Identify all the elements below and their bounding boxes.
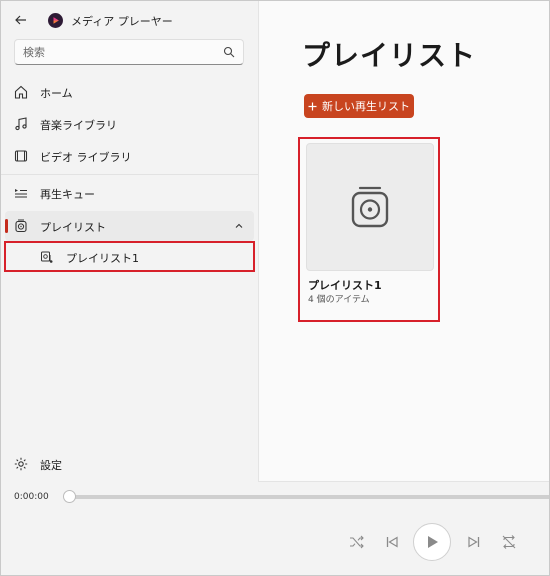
media-player-window: メディア プレーヤー ホーム 音楽ライブラリ ビデオ ライブラリ 再生キュー プ… [0, 0, 550, 576]
back-icon [15, 15, 26, 25]
seek-thumb[interactable] [63, 490, 76, 503]
repeat-icon [502, 535, 516, 549]
repeat-button[interactable] [500, 533, 518, 551]
new-playlist-button[interactable]: 新しい再生リスト [304, 94, 414, 118]
shuffle-icon [350, 535, 364, 549]
sidebar-item-label: プレイリスト [40, 221, 106, 234]
playlist-icon [15, 219, 27, 233]
queue-icon [15, 189, 27, 198]
music-note-icon [15, 117, 27, 131]
plus-icon [308, 102, 317, 110]
play-button[interactable] [413, 523, 451, 561]
app-logo-icon [48, 13, 63, 28]
home-icon [14, 85, 28, 99]
back-button[interactable] [11, 11, 31, 29]
sidebar-item-label: 再生キュー [40, 188, 95, 201]
sidebar-item-label: 音楽ライブラリ [40, 119, 117, 132]
film-icon [14, 150, 28, 162]
next-icon [468, 536, 480, 548]
shuffle-button[interactable] [348, 534, 366, 550]
previous-button[interactable] [383, 534, 401, 550]
selection-indicator [5, 219, 8, 233]
app-title: メディア プレーヤー [71, 15, 173, 28]
search-icon[interactable] [223, 46, 235, 58]
chevron-up-icon[interactable] [234, 221, 244, 231]
sidebar-item-home[interactable]: ホーム [5, 77, 254, 107]
gear-icon [14, 457, 28, 471]
title-bar: メディア プレーヤー [1, 1, 258, 39]
main-content: プレイリスト 新しい再生リスト プレイリスト1 4 個のアイテム [258, 1, 549, 482]
sidebar-item-video-library[interactable]: ビデオ ライブラリ [5, 141, 254, 171]
elapsed-time: 0:00:00 [14, 492, 49, 502]
sidebar-divider [1, 174, 258, 175]
player-bar: 0:00:00 [1, 482, 549, 575]
sidebar-item-playlists[interactable]: プレイリスト [5, 211, 254, 241]
sidebar-item-playlist1[interactable]: プレイリスト1 [4, 241, 255, 272]
sidebar-item-label: プレイリスト1 [66, 252, 139, 265]
seek-bar[interactable] [69, 495, 549, 499]
sidebar-item-settings[interactable]: 設定 [5, 449, 254, 479]
sidebar-item-label: ビデオ ライブラリ [40, 151, 132, 164]
new-playlist-label: 新しい再生リスト [322, 100, 410, 113]
playlist-card-count: 4 個のアイテム [308, 295, 370, 305]
playlist-card-title: プレイリスト1 [308, 279, 382, 292]
play-icon [428, 536, 438, 548]
sidebar-item-label: ホーム [40, 87, 73, 100]
playlist-item-icon [41, 251, 53, 263]
search-input[interactable] [23, 44, 213, 60]
page-title: プレイリスト [302, 39, 477, 72]
sidebar-item-label: 設定 [40, 459, 62, 472]
next-button[interactable] [465, 534, 483, 550]
sidebar-item-play-queue[interactable]: 再生キュー [5, 178, 254, 208]
sidebar: メディア プレーヤー ホーム 音楽ライブラリ ビデオ ライブラリ 再生キュー プ… [1, 1, 258, 482]
previous-icon [386, 536, 398, 548]
playlist-icon [351, 186, 389, 228]
playlist-thumbnail[interactable] [306, 143, 434, 271]
sidebar-item-music-library[interactable]: 音楽ライブラリ [5, 109, 254, 139]
search-box[interactable] [14, 39, 244, 65]
